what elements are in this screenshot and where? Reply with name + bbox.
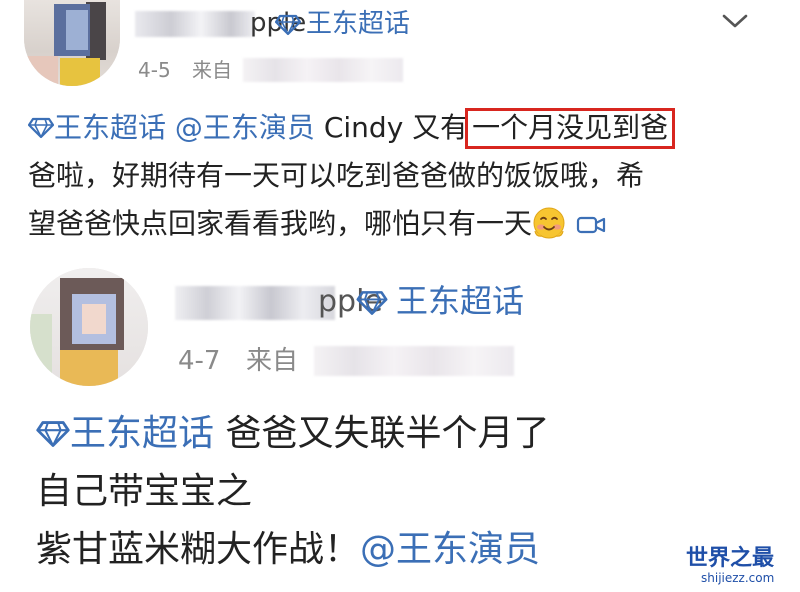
post1-content-line3: 望爸爸快点回家看看我哟，哪怕只有一天	[28, 204, 606, 244]
watermark-url: shijiezz.com	[701, 571, 775, 585]
post1-body-topic-link[interactable]: 王东超话	[54, 111, 166, 144]
post1-content-line2: 爸啦，好期待有一天可以吃到爸爸做的饭饭哦，希	[28, 159, 645, 192]
post1-mention-link[interactable]: @王东演员	[175, 111, 315, 144]
post1-content-line1: 王东超话 @王东演员 Cindy 又有 一个月没见到爸	[27, 108, 676, 149]
blushing-face-icon	[533, 207, 565, 239]
post2-avatar[interactable]	[30, 268, 148, 386]
post1-source-blurred	[243, 58, 403, 82]
post2-source-label: 来自	[246, 346, 299, 376]
post2-content-line1: 王东超话 爸爸又失联半个月了	[36, 410, 549, 458]
chevron-down-icon[interactable]	[720, 12, 750, 30]
post2-content-line3: 紫甘蓝米糊大作战！@王东演员	[36, 526, 540, 574]
post1-source-label: 来自	[192, 58, 232, 82]
post2-mention-link[interactable]: @王东演员	[360, 529, 540, 570]
post1-username-blurred[interactable]	[135, 11, 255, 37]
post2-source-blurred	[314, 346, 514, 376]
post1-content-text-a: Cindy 又有	[314, 111, 469, 144]
post2-username-blurred[interactable]	[175, 286, 335, 320]
post2-body-gem-icon	[36, 421, 70, 447]
post1-topic-tag[interactable]: 王东超话	[306, 8, 410, 40]
post1-date: 4-5	[138, 58, 171, 82]
weibo-screenshot: pple 王东超话 4-5 来自 王东超话 @王东演员 Cindy 又有 一个月没…	[0, 0, 800, 592]
post1-content-line3-text: 望爸爸快点回家看看我哟，哪怕只有一天	[28, 207, 533, 240]
post2-date: 4-7	[178, 346, 221, 376]
post1-avatar[interactable]	[24, 0, 120, 86]
post1-super-topic-gem-icon	[275, 14, 301, 36]
post2-content-line3-text: 紫甘蓝米糊大作战！	[36, 529, 361, 570]
post2-body-topic-link[interactable]: 王东超话	[70, 413, 214, 454]
post2-super-topic-gem-icon	[356, 291, 388, 315]
post1-highlighted-text: 一个月没见到爸	[465, 108, 676, 149]
watermark-title: 世界之最	[686, 546, 775, 571]
post1-body-gem-icon	[27, 117, 55, 139]
post2-content-text-a: 爸爸又失联半个月了	[214, 413, 550, 454]
video-camera-icon[interactable]	[576, 214, 606, 236]
post2-topic-tag[interactable]: 王东超话	[396, 282, 524, 320]
post2-content-line2: 自己带宝宝之	[36, 471, 253, 512]
